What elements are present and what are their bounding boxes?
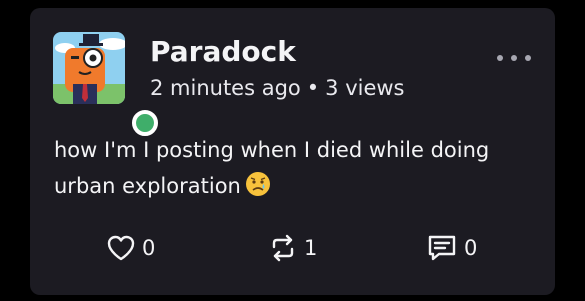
view-count: 3 views xyxy=(325,76,405,100)
post-meta: 2 minutes ago • 3 views xyxy=(150,74,405,102)
heart-icon xyxy=(107,235,135,261)
post-timestamp[interactable]: 2 minutes ago xyxy=(150,76,301,100)
comment-count: 0 xyxy=(464,236,478,260)
meta-separator: • xyxy=(306,76,320,100)
comment-icon xyxy=(428,235,456,261)
post-actions: 0 1 0 xyxy=(30,232,555,264)
repost-count: 1 xyxy=(304,236,318,260)
more-dot-icon xyxy=(497,55,503,61)
more-options-button[interactable] xyxy=(497,48,531,68)
sad-face-emoji xyxy=(245,172,270,196)
like-count: 0 xyxy=(142,236,156,260)
avatar[interactable] xyxy=(53,32,125,104)
author-name[interactable]: Paradock xyxy=(150,34,296,70)
avatar-container[interactable] xyxy=(53,32,158,136)
post-body: how I'm I posting when I died while doin… xyxy=(54,132,534,204)
repost-button[interactable]: 1 xyxy=(268,232,317,264)
like-button[interactable]: 0 xyxy=(106,232,155,264)
repost-icon xyxy=(272,234,294,262)
more-dot-icon xyxy=(525,55,531,61)
post-card: Paradock 2 minutes ago • 3 views how I'm I… xyxy=(30,8,555,295)
more-dot-icon xyxy=(511,55,517,61)
post-text: how I'm I posting when I died while doin… xyxy=(54,138,490,198)
comment-button[interactable]: 0 xyxy=(426,232,477,264)
